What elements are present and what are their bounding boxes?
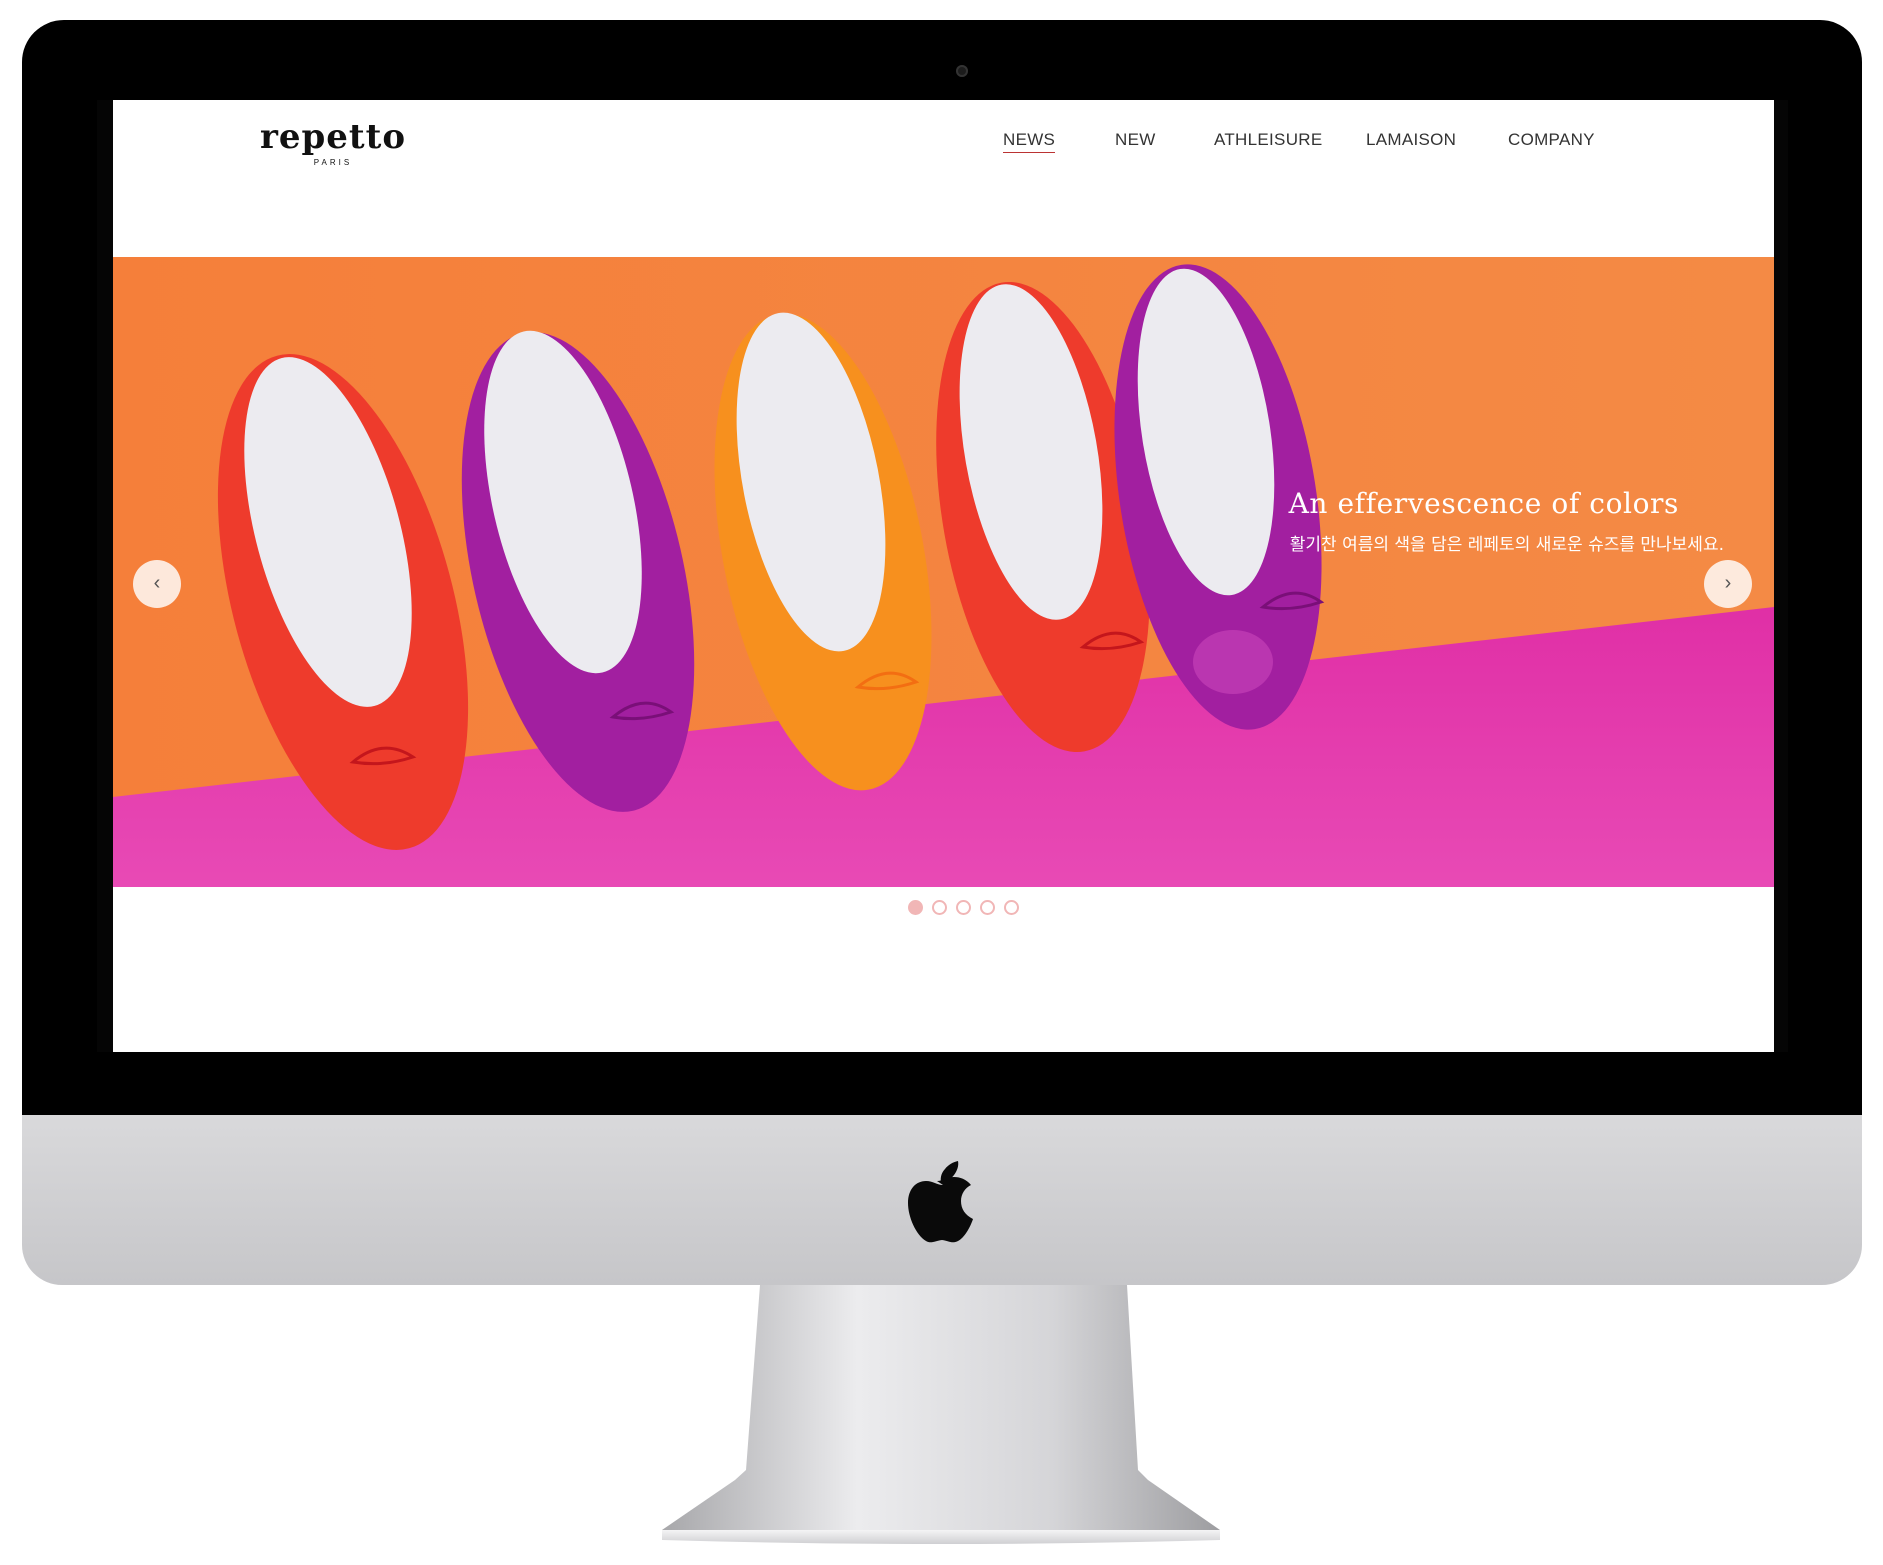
carousel-dot[interactable] xyxy=(908,900,923,915)
hero-carousel: An effervescence of colors 활기찬 여름의 색을 담은… xyxy=(113,257,1774,887)
carousel-next-button[interactable]: › xyxy=(1704,560,1752,608)
nav-item-company[interactable]: COMPANY xyxy=(1508,130,1595,150)
carousel-dot[interactable] xyxy=(980,900,995,915)
chevron-left-icon: ‹ xyxy=(153,572,161,594)
chevron-right-icon: › xyxy=(1724,572,1732,594)
logo-wordmark: repetto xyxy=(259,117,407,157)
repetto-logo[interactable]: repetto PARIS xyxy=(253,118,413,170)
nav-item-news[interactable]: NEWS xyxy=(1003,130,1056,153)
nav-item-athleisure[interactable]: ATHLEISURE xyxy=(1214,130,1323,150)
carousel-dot[interactable] xyxy=(1004,900,1019,915)
carousel-prev-button[interactable]: ‹ xyxy=(133,560,181,608)
camera-icon xyxy=(956,65,968,77)
hero-image xyxy=(113,257,1774,887)
carousel-dot[interactable] xyxy=(956,900,971,915)
carousel-dot[interactable] xyxy=(932,900,947,915)
nav-item-new[interactable]: NEW xyxy=(1115,130,1156,150)
screen-edge xyxy=(97,100,113,1052)
nav-item-lamaison[interactable]: LAMAISON xyxy=(1366,130,1456,150)
hero-subtitle: 활기찬 여름의 색을 담은 레페토의 새로운 슈즈를 만나보세요. xyxy=(1289,535,1724,555)
logo-subtitle: PARIS xyxy=(313,158,353,167)
screen-edge xyxy=(1774,100,1788,1052)
website-screen: repetto PARIS NEWS NEW ATHLEISURE LAMAIS… xyxy=(113,100,1774,1052)
hero-title: An effervescence of colors xyxy=(1288,487,1679,520)
apple-logo-icon xyxy=(908,1161,973,1243)
